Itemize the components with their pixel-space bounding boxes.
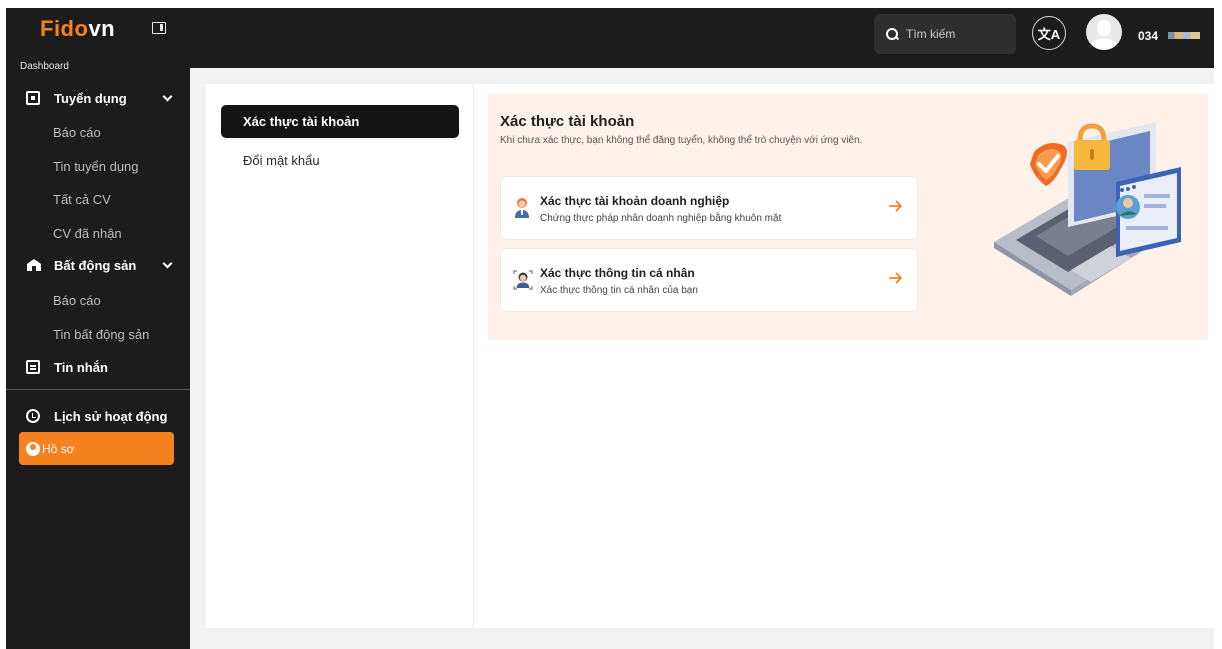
logo-text: Fido: [40, 16, 89, 41]
sidebar-item-tin-bat-dong-san[interactable]: Tin bất động sản: [53, 327, 149, 342]
verify-card-desc: Chứng thực pháp nhân doanh nghiệp bằng k…: [540, 213, 782, 224]
verify-business-card[interactable]: Xác thực tài khoản doanh nghiệp Chứng th…: [500, 176, 918, 240]
sidebar-item-label: Lịch sử hoạt động: [54, 408, 168, 424]
sidebar-divider: [6, 389, 190, 390]
recruit-icon: [26, 91, 40, 105]
app-window: Fidovn 文A 034 Dashboard Tuyển dụng Báo c…: [6, 8, 1214, 649]
sidebar-group-label: Tin nhắn: [54, 359, 108, 375]
sidebar-item-label: Hồ sơ: [42, 442, 75, 456]
search-input[interactable]: [906, 27, 1006, 41]
sidebar-item-tat-ca-cv[interactable]: Tất cả CV: [53, 192, 111, 207]
sidebar-group-label: Bất động sản: [54, 257, 137, 273]
translate-icon: 文A: [1037, 26, 1061, 42]
tab-xac-thuc-tai-khoan[interactable]: Xác thực tài khoản: [221, 105, 459, 138]
chevron-down-icon: [162, 258, 173, 269]
profile-tabs: Xác thực tài khoản Đổi mật khẩu: [206, 84, 474, 628]
profile-icon: [26, 442, 40, 456]
face-scan-icon: [513, 269, 533, 291]
arrow-right-icon[interactable]: [889, 199, 903, 213]
logo[interactable]: Fidovn: [40, 16, 115, 42]
search-box[interactable]: [874, 14, 1016, 54]
sidebar-group-tin-nhan[interactable]: Tin nhắn: [6, 352, 190, 382]
house-icon: [26, 258, 41, 272]
search-icon: [886, 28, 898, 40]
main-content: Xác thực tài khoản Đổi mật khẩu Xác thực…: [206, 84, 1214, 628]
verify-personal-card[interactable]: Xác thực thông tin cá nhân Xác thực thôn…: [500, 248, 918, 312]
logo-suffix: vn: [88, 16, 116, 41]
verify-card-desc: Xác thực thông tin cá nhân của bạn: [540, 285, 698, 296]
language-button[interactable]: 文A: [1032, 16, 1066, 50]
verify-panel: Xác thực tài khoản Khi chưa xác thực, bạ…: [488, 94, 1208, 340]
verify-title: Xác thực tài khoản: [500, 113, 635, 130]
verify-card-title: Xác thực tài khoản doanh nghiệp: [540, 194, 730, 208]
verify-card-title: Xác thực thông tin cá nhân: [540, 266, 695, 280]
sidebar-group-tuyen-dung[interactable]: Tuyển dụng: [6, 83, 190, 113]
top-bar: Fidovn 文A 034: [6, 8, 1214, 68]
history-icon: [26, 409, 40, 423]
sidebar-item-bao-cao-bds[interactable]: Báo cáo: [53, 293, 101, 308]
chat-icon: [26, 360, 40, 374]
sidebar-toggle-icon[interactable]: [152, 22, 166, 34]
sidebar-item-cv-da-nhan[interactable]: CV đã nhận: [53, 226, 122, 241]
user-phone-masked: [1168, 32, 1200, 39]
tab-label: Xác thực tài khoản: [243, 114, 360, 129]
security-illustration-icon: [976, 122, 1206, 312]
sidebar-group-label: Tuyển dụng: [54, 90, 127, 106]
sidebar-item-tin-tuyen-dung[interactable]: Tin tuyển dụng: [53, 159, 139, 174]
tab-doi-mat-khau[interactable]: Đổi mật khẩu: [221, 144, 459, 177]
user-phone[interactable]: 034: [1138, 29, 1158, 43]
sidebar-item-bao-cao[interactable]: Báo cáo: [53, 125, 101, 140]
sidebar-item-ho-so-content[interactable]: Hồ sơ: [6, 434, 190, 464]
verify-subtitle: Khi chưa xác thực, bạn không thể đăng tu…: [500, 135, 863, 146]
tab-label: Đổi mật khẩu: [243, 153, 320, 168]
avatar[interactable]: [1086, 14, 1122, 50]
arrow-right-icon[interactable]: [889, 271, 903, 285]
business-person-icon: [513, 197, 531, 219]
chevron-down-icon: [162, 91, 173, 102]
sidebar-section-title: Dashboard: [20, 61, 69, 72]
sidebar: Dashboard Tuyển dụng Báo cáo Tin tuyển d…: [6, 61, 190, 649]
sidebar-group-bat-dong-san[interactable]: Bất động sản: [6, 250, 190, 280]
sidebar-item-lich-su-hoat-dong[interactable]: Lịch sử hoạt động: [6, 401, 190, 431]
